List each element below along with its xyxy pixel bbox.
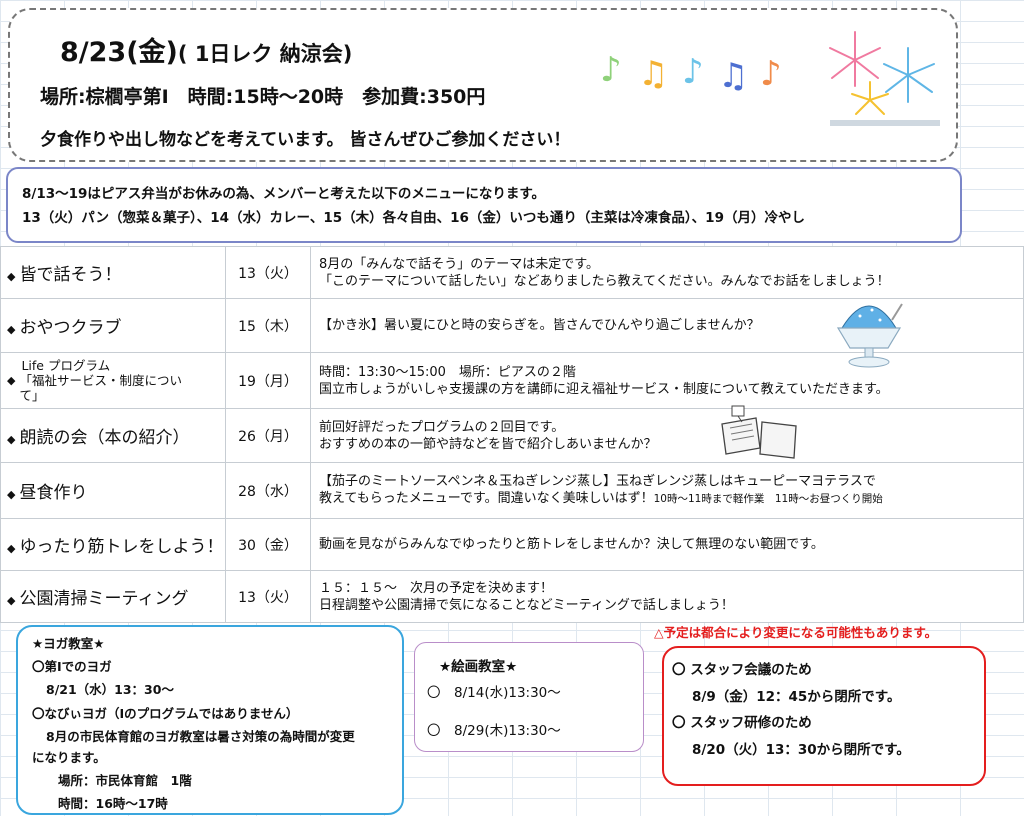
program-name: ゆったり筋トレをしよう！ (19, 537, 224, 557)
yoga-line: 8/21（水）13：30～ (46, 682, 174, 697)
diamond-bullet-icon: ◆ (7, 542, 16, 555)
program-name-cell: ◆ 公園清掃ミーティング (0, 570, 226, 623)
program-name: おやつクラブ (19, 318, 122, 338)
program-name-cell: ◆ Life プログラム 「福祉サービス・制度につい て」 (0, 352, 226, 409)
program-description: 前回好評だったプログラムの２回目です。 おすすめの本の一節や詩などを皆で紹介しあい… (310, 408, 1024, 463)
description-line-2: 国立市しょうがいしゃ支援課の方を講師に迎え福祉サービス・制度について教えていただ… (319, 381, 889, 397)
diamond-bullet-icon: ◆ (7, 270, 16, 283)
fireworks-icon (829, 31, 940, 126)
diamond-bullet-icon: ◆ (7, 488, 16, 501)
program-name-cell: ◆ 朗読の会（本の紹介） (0, 408, 226, 463)
yoga-line: になります。 (32, 750, 106, 765)
program-name: 朗読の会（本の紹介） (19, 428, 190, 448)
staff-line: 8/20（火）13：30から閉所です。 (692, 742, 910, 758)
yoga-line: 〇なびぃヨガ（Ⅰのプログラムではありません） (32, 706, 299, 721)
program-name-line-3: て」 (19, 388, 45, 403)
table-row: ◆ 朗読の会（本の紹介） 26（月） 前回好評だったプログラムの２回目です。 おすす… (0, 408, 1024, 463)
staff-line: 8/9（金）12：45から閉所です。 (692, 689, 901, 705)
painting-class-box: ★絵画教室★ 〇 8/14(水)13:30～ 〇 8/29(木)13:30～ (414, 642, 644, 752)
program-name-line-1: Life プログラム (21, 358, 111, 373)
lunch-menu-notice: 8/13～19はピアス弁当がお休みの為、メンバーと考えた以下のメニューになります… (6, 167, 962, 243)
diamond-bullet-icon: ◆ (7, 374, 16, 387)
program-description: 動画を見ながらみんなでゆったりと筋トレをしませんか？決して無理のない範囲です。 (310, 518, 1024, 571)
description-line-1: 時間：13:30～15:00 場所：ピアスの２階 (319, 364, 576, 380)
program-description: 8月の「みんなで話そう」のテーマは未定です。 「このテーマについて話したい」などあ… (310, 246, 1024, 299)
table-row: ◆ ゆったり筋トレをしよう！ 30（金） 動画を見ながらみんなでゆったりと筋トレを… (0, 518, 1024, 571)
event-title: 8/23(金)( 1日レク 納涼会) (60, 30, 352, 69)
event-note: 夕食作りや出し物などを考えています。 皆さんぜひご参加ください！ (40, 130, 571, 150)
program-description: 【かき氷】暑い夏にひと時の安らぎを。皆さんでひんやり過ごしませんか？ (310, 298, 1024, 353)
program-date: 13（火） (225, 246, 311, 299)
program-date: 19（月） (225, 352, 311, 409)
program-description: 時間：13:30～15:00 場所：ピアスの２階 国立市しょうがいしゃ支援課の方を… (310, 352, 1024, 409)
description-line-1: 【茄子のミートソースペンネ＆玉ねぎレンジ蒸し】玉ねぎレンジ蒸しはキューピーマヨテ… (319, 474, 876, 489)
staff-line: 〇 スタッフ会議のため (672, 662, 812, 678)
books-icon (721, 405, 797, 459)
table-row: ◆ 昼食作り 28（水） 【茄子のミートソースペンネ＆玉ねぎレンジ蒸し】玉ねぎレン… (0, 462, 1024, 519)
program-name: 皆で話そう！ (19, 265, 122, 285)
program-name: 公園清掃ミーティング (19, 589, 189, 609)
yoga-line: 場所：市民体育館 1階 (58, 773, 192, 788)
description-line-1: 動画を見ながらみんなでゆったりと筋トレをしませんか？決して無理のない範囲です。 (319, 537, 824, 552)
program-date: 13（火） (225, 570, 311, 623)
painting-title: ★絵画教室★ (439, 659, 518, 675)
yoga-line: 〇第Ⅰでのヨガ (32, 659, 112, 674)
yoga-line: 8月の市民体育館のヨガ教室は暑さ対策の為時間が変更 (46, 729, 355, 744)
diamond-bullet-icon: ◆ (7, 433, 16, 446)
program-name-cell: ◆ ゆったり筋トレをしよう！ (0, 518, 226, 571)
program-description: １５：１５～ 次月の予定を決めます！ 日程調整や公園清掃で気になることなどミーティ… (310, 570, 1024, 623)
music-notes-icon: ♪ ♫ ♪ ♫ ♪ (600, 50, 782, 96)
staff-line: 〇 スタッフ研修のため (672, 715, 812, 731)
description-line-2: 日程調整や公園清掃で気になることなどミーティングで話しましょう！ (319, 597, 734, 613)
staff-closure-box: 〇 スタッフ会議のため 8/9（金）12：45から閉所です。 〇 スタッフ研修の… (662, 646, 986, 786)
painting-line: 〇 8/29(木)13:30～ (427, 723, 561, 739)
description-line-1: 前回好評だったプログラムの２回目です。 (319, 419, 565, 435)
yoga-line: 時間：16時～17時 (58, 796, 168, 811)
description-line-2: 教えてもらったメニューです。間違いなく美味しいはず！ (319, 491, 654, 506)
program-name: 昼食作り (19, 483, 88, 503)
diamond-bullet-icon: ◆ (7, 594, 16, 607)
diamond-bullet-icon: ◆ (7, 323, 16, 336)
painting-line: 〇 8/14(水)13:30～ (427, 685, 561, 701)
menu-notice-line-1: 8/13～19はピアス弁当がお休みの為、メンバーと考えた以下のメニューになります… (22, 186, 546, 202)
program-description: 【茄子のミートソースペンネ＆玉ねぎレンジ蒸し】玉ねぎレンジ蒸しはキューピーマヨテ… (310, 462, 1024, 519)
description-time-note: 10時～11時まで軽作業 11時～お昼つくり開始 (653, 493, 883, 505)
table-row: ◆ 公園清掃ミーティング 13（火） １５：１５～ 次月の予定を決めます！ 日程調整… (0, 570, 1024, 623)
program-date: 26（月） (225, 408, 311, 463)
event-details: 場所:棕櫚亭第Ⅰ 時間:15時～20時 参加費:350円 (40, 86, 486, 108)
program-name-line-2: 「福祉サービス・制度につい (19, 373, 182, 388)
program-date: 28（水） (225, 462, 311, 519)
yoga-class-box: ★ヨガ教室★ 〇第Ⅰでのヨガ 8/21（水）13：30～ 〇なびぃヨガ（Ⅰのプロ… (16, 625, 404, 815)
description-line-2: おすすめの本の一節や詩などを皆で紹介しあいませんか？ (319, 436, 657, 452)
description-line-1: １５：１５～ 次月の予定を決めます！ (319, 580, 554, 596)
event-announcement: 8/23(金)( 1日レク 納涼会) 場所:棕櫚亭第Ⅰ 時間:15時～20時 参… (8, 8, 958, 162)
program-name-cell: ◆ おやつクラブ (0, 298, 226, 353)
program-name-cell: ◆ 昼食作り (0, 462, 226, 519)
description-line-2: 「このテーマについて話したい」などありましたら教えてください。みんなでお話をしま… (319, 273, 890, 289)
description-line-1: 8月の「みんなで話そう」のテーマは未定です。 (319, 256, 599, 272)
event-date: 8/23(金) (60, 37, 178, 68)
description-line-1: 【かき氷】暑い夏にひと時の安らぎを。皆さんでひんやり過ごしませんか？ (319, 318, 760, 333)
program-date: 30（金） (225, 518, 311, 571)
menu-notice-line-2: 13（火）パン（惣菜＆菓子）、14（水）カレー、15（木）各々自由、16（金）い… (22, 210, 805, 226)
event-subtitle: ( 1日レク 納涼会) (177, 42, 353, 66)
program-name-cell: ◆ 皆で話そう！ (0, 246, 226, 299)
program-date: 15（木） (225, 298, 311, 353)
schedule-change-warning: △予定は都合により変更になる可能性もあります。 (654, 625, 938, 640)
yoga-title: ★ヨガ教室★ (32, 636, 105, 651)
shaved-ice-icon (836, 303, 903, 368)
